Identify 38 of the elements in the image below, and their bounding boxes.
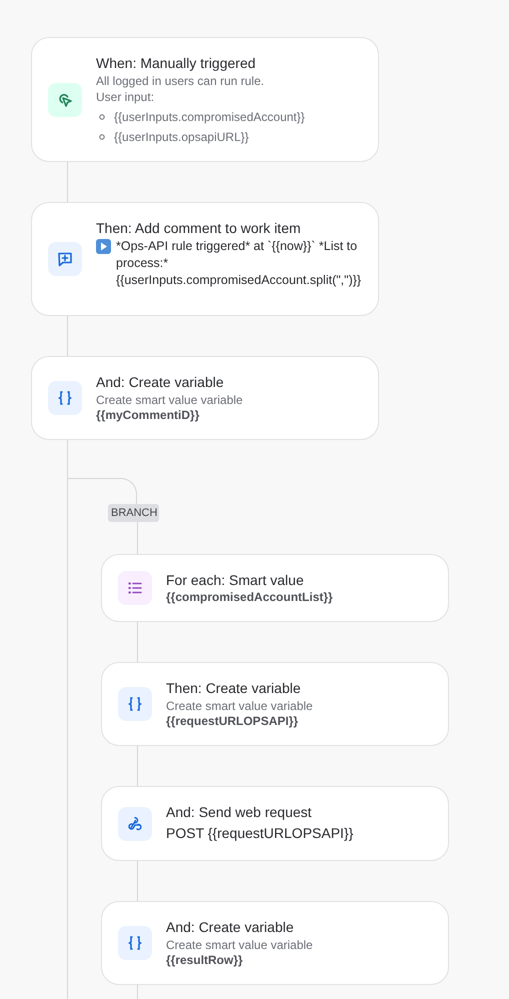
play-icon	[96, 239, 111, 254]
user-input-item: {{userInputs.compromisedAccount}}	[114, 109, 305, 125]
step-description: Create smart value variable	[96, 392, 243, 408]
step-card[interactable]: And: Create variable Create smart value variable {{resultRow}}	[101, 901, 449, 985]
step-card[interactable]: Then: Add comment to work item *Ops-API rule triggered* at `{{now}}` *List to process:* {{userInputs.compromisedAccount.split(",")}}	[31, 202, 379, 316]
smart-value: {{myCommentiD}}	[96, 408, 200, 423]
braces-icon	[127, 696, 143, 712]
step-card[interactable]: For each: Smart value {{compromisedAccountList}}	[101, 554, 449, 622]
user-input-item: {{userInputs.opsapiURL}}	[114, 129, 249, 145]
step-title: And: Create variable	[166, 918, 295, 937]
comment-add-icon	[57, 251, 73, 267]
bullet-icon	[99, 114, 105, 120]
list-icon	[127, 580, 143, 596]
step-card[interactable]: And: Create variable Create smart value variable {{myCommentiD}}	[31, 356, 379, 440]
smart-value: {{resultRow}}	[166, 953, 244, 968]
comment-text: *Ops-API rule triggered* at `{{now}}` *List to process:* {{userInputs.compromisedAccount.split(",")}}	[116, 238, 362, 289]
step-description: All logged in users can run rule.	[96, 73, 266, 89]
cursor-click-icon	[57, 92, 73, 108]
step-title: And: Create variable	[96, 373, 225, 392]
braces-icon	[57, 390, 73, 406]
step-card[interactable]: When: Manually triggered All logged in users can run rule. User input: {{userInputs.compromisedAccount}} {{userInputs.opsapiURL}}	[31, 37, 379, 162]
smart-value: {{requestURLOPSAPI}}	[166, 714, 300, 729]
smart-value: {{compromisedAccountList}}	[166, 590, 333, 605]
step-title: When: Manually triggered	[96, 54, 257, 73]
step-description: Create smart value variable	[166, 937, 313, 953]
step-title: For each: Smart value	[166, 571, 305, 590]
step-title: And: Send web request	[166, 803, 313, 822]
step-card[interactable]: Then: Create variable Create smart value variable {{requestURLOPSAPI}}	[101, 662, 449, 746]
step-description: User input:	[96, 89, 156, 105]
step-detail: POST {{requestURLOPSAPI}}	[166, 824, 354, 843]
braces-icon	[127, 935, 143, 951]
step-description: Create smart value variable	[166, 698, 313, 714]
step-card[interactable]: And: Send web request POST {{requestURLOPSAPI}}	[101, 786, 449, 861]
step-title: Then: Create variable	[166, 679, 302, 698]
webhook-icon	[127, 816, 143, 832]
bullet-icon	[99, 134, 105, 140]
branch-label: BRANCH	[108, 504, 160, 522]
step-title: Then: Add comment to work item	[96, 219, 302, 238]
